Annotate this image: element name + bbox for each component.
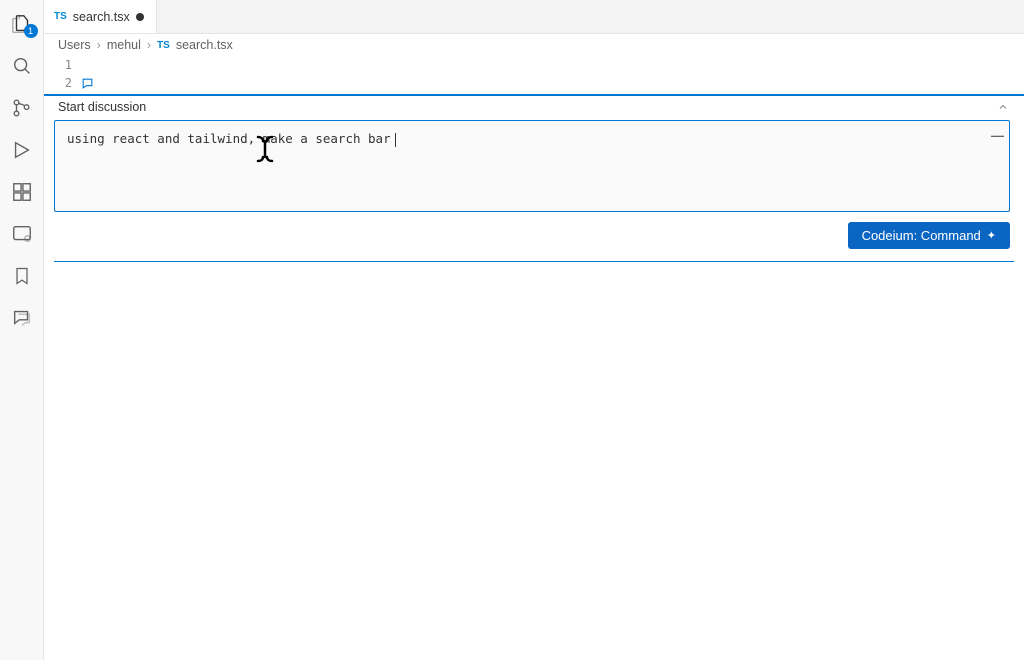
- main-editor-area: TS search.tsx Users › mehul › TS search.…: [44, 0, 1024, 660]
- explorer-badge: 1: [24, 24, 38, 38]
- chevron-right-icon: ›: [147, 38, 151, 52]
- editor-tabs: TS search.tsx: [44, 0, 1024, 34]
- file-lang-badge: TS: [157, 40, 170, 51]
- bookmark-icon[interactable]: [10, 264, 34, 288]
- search-icon[interactable]: [10, 54, 34, 78]
- line-number: 2: [58, 74, 72, 92]
- dirty-indicator-icon: [136, 13, 144, 21]
- breadcrumb-file[interactable]: search.tsx: [176, 38, 233, 52]
- discussion-header[interactable]: Start discussion: [54, 96, 1014, 120]
- chevron-up-icon[interactable]: [996, 100, 1010, 114]
- explorer-icon[interactable]: 1: [10, 12, 34, 36]
- command-button-label: Codeium: Command: [862, 228, 981, 243]
- command-input[interactable]: using react and tailwind, make a search …: [54, 120, 1010, 212]
- separator: [54, 261, 1014, 262]
- codeium-command-button[interactable]: Codeium: Command ✦: [848, 222, 1010, 249]
- discussion-panel: Start discussion using react and tailwin…: [44, 96, 1024, 262]
- file-lang-badge: TS: [54, 11, 67, 22]
- activity-bar: 1: [0, 0, 44, 660]
- discussion-title: Start discussion: [58, 100, 146, 114]
- separator: [44, 94, 1024, 96]
- run-debug-icon[interactable]: [10, 138, 34, 162]
- sparkle-icon: ✦: [987, 229, 996, 242]
- breadcrumb[interactable]: Users › mehul › TS search.tsx: [44, 34, 1024, 56]
- code-editor[interactable]: 1 2: [44, 56, 1024, 96]
- remote-icon[interactable]: [10, 222, 34, 246]
- breadcrumb-segment[interactable]: mehul: [107, 38, 141, 52]
- tab-search-tsx[interactable]: TS search.tsx: [44, 0, 157, 33]
- comment-thread-icon[interactable]: [80, 76, 94, 90]
- chevron-right-icon: ›: [97, 38, 101, 52]
- command-input-wrapper: using react and tailwind, make a search …: [54, 120, 1014, 212]
- comments-icon[interactable]: [10, 306, 34, 330]
- breadcrumb-segment[interactable]: Users: [58, 38, 91, 52]
- extensions-icon[interactable]: [10, 180, 34, 204]
- source-control-icon[interactable]: [10, 96, 34, 120]
- tab-filename: search.tsx: [73, 10, 130, 24]
- minimize-icon[interactable]: —: [991, 128, 1004, 143]
- command-input-value: using react and tailwind, make a search …: [67, 131, 391, 146]
- line-number: 1: [58, 56, 72, 74]
- text-caret-icon: [395, 133, 396, 147]
